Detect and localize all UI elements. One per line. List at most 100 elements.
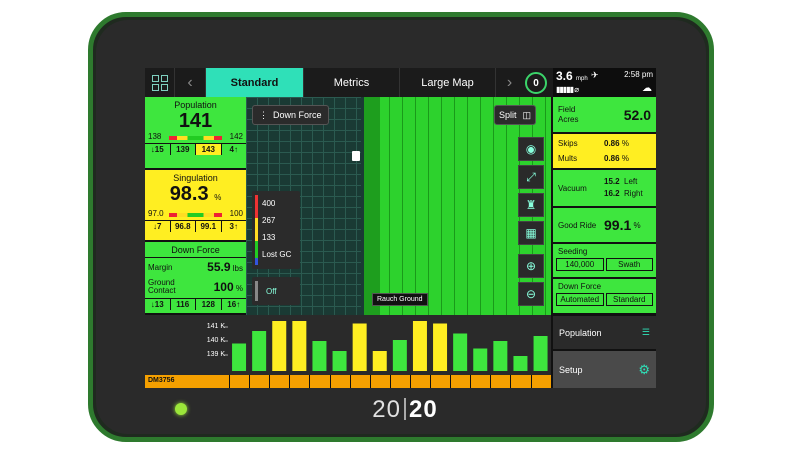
row-divider <box>409 375 411 388</box>
margin-value: 55.9 <box>207 260 231 274</box>
speed-value: 3.6 <box>556 69 573 83</box>
seeding-rate[interactable]: 140,000 <box>556 258 604 271</box>
population-panel[interactable]: Population 141 138 142 ↓15 139 143 4↑ <box>145 97 246 170</box>
row-divider <box>430 375 431 388</box>
row-bar <box>493 341 508 371</box>
screen: ‹ Standard Metrics Large Map › 0 3.6 mph… <box>145 68 656 388</box>
row-divider <box>470 375 472 388</box>
row-divider <box>289 375 291 388</box>
row-divider <box>530 375 532 388</box>
row-bar <box>433 323 448 371</box>
singulation-value-row: 98.3 % <box>145 183 246 209</box>
down-force-title: Down Force <box>145 242 246 258</box>
zoom-in-icon[interactable]: ⊕ <box>518 254 544 278</box>
down-force-mode-label: Down Force <box>558 282 602 291</box>
legend-133: 133 <box>262 233 276 242</box>
singulation-panel[interactable]: Singulation 98.3 % 97.0 100 ↓7 96.8 99.1… <box>145 170 246 242</box>
population-button-label: Population <box>559 327 602 338</box>
zoom-out-icon[interactable]: ⊖ <box>518 282 544 306</box>
vacuum-right-value: 16.2 <box>604 189 620 198</box>
split-view-icon: ◫ <box>522 109 532 120</box>
row-divider <box>229 375 230 388</box>
singulation-title: Singulation <box>173 173 218 183</box>
skips-label: Skips <box>558 138 578 148</box>
row-bar <box>272 321 287 371</box>
population-min: 138 <box>148 132 162 141</box>
population-stat-high: 4↑ <box>229 145 238 154</box>
vacuum-panel[interactable]: Vacuum 15.2 Left 16.2 Right <box>553 170 656 208</box>
planter-icon[interactable]: ♜ <box>518 193 544 217</box>
tab-standard[interactable]: Standard <box>205 68 303 97</box>
nav-prev-button[interactable]: ‹ <box>176 68 204 97</box>
tab-metrics[interactable]: Metrics <box>303 68 399 97</box>
seeding-label: Seeding <box>558 247 588 256</box>
row-divider <box>369 375 371 388</box>
skips-value: 0.86 <box>604 138 620 148</box>
row-divider <box>550 375 552 388</box>
field-acres-panel[interactable]: Field Acres 52.0 <box>553 97 656 134</box>
down-force-mode-panel[interactable]: Down Force Automated Standard <box>553 279 656 315</box>
map-legend: 400 267 133 Lost GC <box>252 191 300 269</box>
singulation-stat-max: 99.1 <box>196 221 222 232</box>
margin-unit: lbs <box>232 264 243 273</box>
down-force-stat-max: 128 <box>196 299 222 310</box>
row-divider <box>249 375 251 388</box>
population-button[interactable]: Population ☰ <box>553 316 656 349</box>
population-gauge <box>169 136 222 140</box>
satellite-icon: ✈ <box>591 70 599 80</box>
split-label: Split <box>499 110 517 120</box>
split-button[interactable]: Split ◫ <box>494 105 537 125</box>
row-divider <box>329 375 331 388</box>
row-bar <box>412 321 427 371</box>
apps-grid-button[interactable] <box>145 68 175 97</box>
margin-row: Margin 55.9 lbs <box>145 258 246 276</box>
row-bar <box>292 321 307 371</box>
timer-button[interactable]: 0 <box>523 70 549 96</box>
row-divider <box>309 375 311 388</box>
timer-icon: 0 <box>525 72 547 94</box>
good-ride-value: 99.1 <box>604 217 632 233</box>
good-ride-panel[interactable]: Good Ride 99.1 % <box>553 208 656 244</box>
row-divider <box>510 375 512 388</box>
singulation-stat-low: ↓7 <box>145 221 171 232</box>
tab-large-map[interactable]: Large Map <box>399 68 495 97</box>
down-force-automated[interactable]: Automated <box>556 293 604 306</box>
population-range: 138 142 <box>145 132 246 143</box>
mults-value: 0.86 <box>604 153 620 163</box>
signal-bars-icon: ▮▮▮▮▮ ⌀ <box>556 85 579 94</box>
seeding-mode[interactable]: Swath <box>605 258 653 271</box>
singulation-value: 98.3 <box>169 183 209 205</box>
unit-label: DM3756 <box>148 377 175 384</box>
compass-icon[interactable]: ◉ <box>518 137 544 161</box>
skips-unit: % <box>621 138 629 148</box>
seeding-panel[interactable]: Seeding 140,000 Swath <box>553 244 656 279</box>
field-map[interactable]: ⋮ Down Force Split ◫ 400 267 133 Lost GC… <box>246 97 551 315</box>
off-toggle[interactable]: Off <box>252 277 300 305</box>
brand-left: 20 <box>372 396 401 423</box>
calculator-icon[interactable]: ▦ <box>518 221 544 245</box>
population-max: 142 <box>229 132 243 141</box>
contact-label: Contact <box>148 286 176 295</box>
top-nav: ‹ Standard Metrics Large Map › 0 3.6 mph… <box>145 68 656 97</box>
expand-icon[interactable]: ⤢ <box>518 165 544 189</box>
skips-mults-panel[interactable]: Skips 0.86 % Mults 0.86 % <box>553 134 656 170</box>
singulation-range: 97.0 100 <box>145 209 246 220</box>
down-force-standard[interactable]: Standard <box>605 293 653 306</box>
legend-lost-gc: Lost GC <box>262 250 292 259</box>
population-stats: ↓15 139 143 4↑ <box>145 143 246 155</box>
bar-chart-svg <box>223 321 548 371</box>
good-ride-unit: % <box>633 220 641 230</box>
down-force-panel[interactable]: Down Force Margin 55.9 lbs Ground Contact… <box>145 242 246 315</box>
ground-contact-unit: % <box>235 284 243 293</box>
setup-button[interactable]: Setup ⚙ <box>553 351 656 388</box>
singulation-max: 100 <box>229 209 243 218</box>
population-stat-min: 139 <box>171 144 196 155</box>
map-layer-button[interactable]: ⋮ Down Force <box>252 105 329 125</box>
cloud-icon: ☁ <box>642 83 652 94</box>
row-bar <box>312 341 327 371</box>
mults-label: Mults <box>558 153 578 163</box>
singulation-min: 97.0 <box>148 209 164 218</box>
nav-next-button[interactable]: › <box>495 68 523 97</box>
setup-button-label: Setup <box>559 364 583 375</box>
row-bar <box>372 351 387 371</box>
